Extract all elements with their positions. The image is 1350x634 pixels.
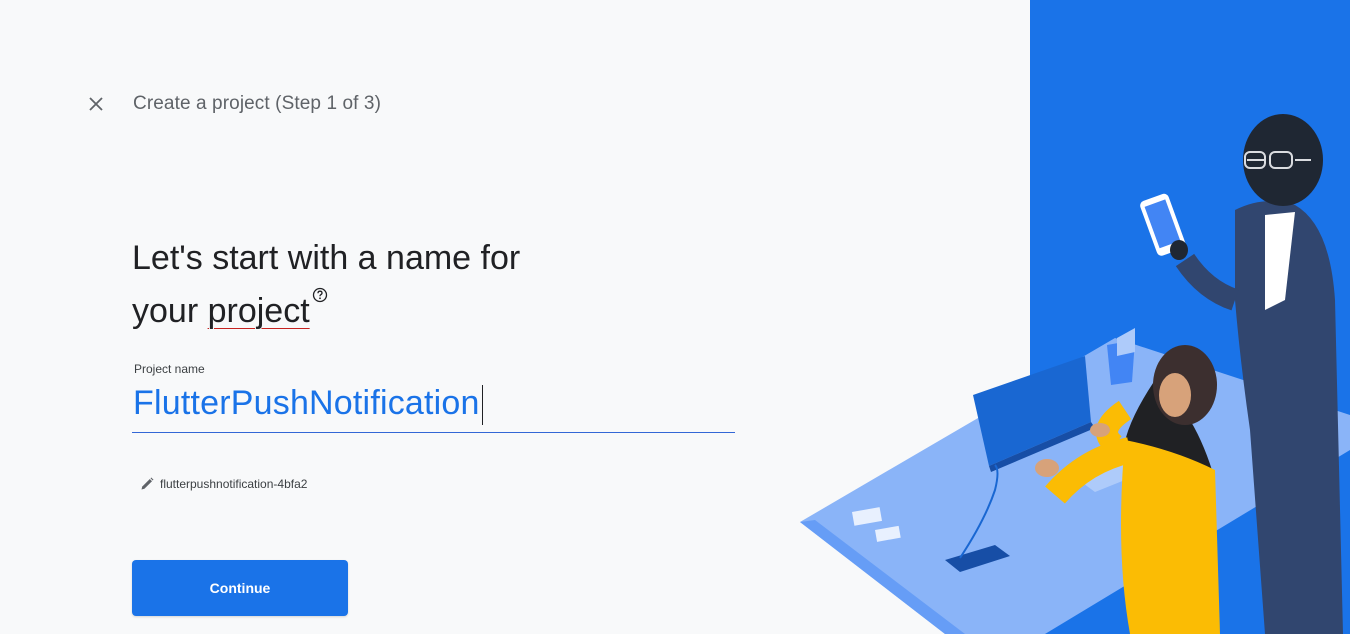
project-name-value: FlutterPushNotification	[133, 384, 480, 422]
project-name-label: Project name	[134, 362, 205, 376]
close-icon	[89, 97, 103, 111]
project-name-input[interactable]: FlutterPushNotification	[133, 384, 483, 426]
project-id-chip[interactable]: flutterpushnotification-4bfa2	[140, 474, 307, 494]
continue-button[interactable]: Continue	[132, 560, 348, 616]
close-button[interactable]	[82, 90, 110, 118]
pencil-icon	[141, 477, 154, 490]
project-id-text: flutterpushnotification-4bfa2	[160, 477, 308, 491]
heading-prefix: your	[132, 292, 208, 330]
help-icon[interactable]	[312, 287, 328, 303]
heading-project-word: project	[207, 292, 310, 330]
main-heading: Let's start with a name for your project	[132, 232, 652, 338]
heading-line-2: your project	[132, 285, 652, 338]
project-name-underline	[132, 432, 735, 433]
page-title: Create a project (Step 1 of 3)	[133, 93, 382, 114]
illustration	[800, 0, 1350, 634]
heading-line-1: Let's start with a name for	[132, 239, 521, 277]
create-project-page: Create a project (Step 1 of 3) Let's sta…	[0, 0, 1350, 634]
text-caret	[481, 385, 483, 426]
